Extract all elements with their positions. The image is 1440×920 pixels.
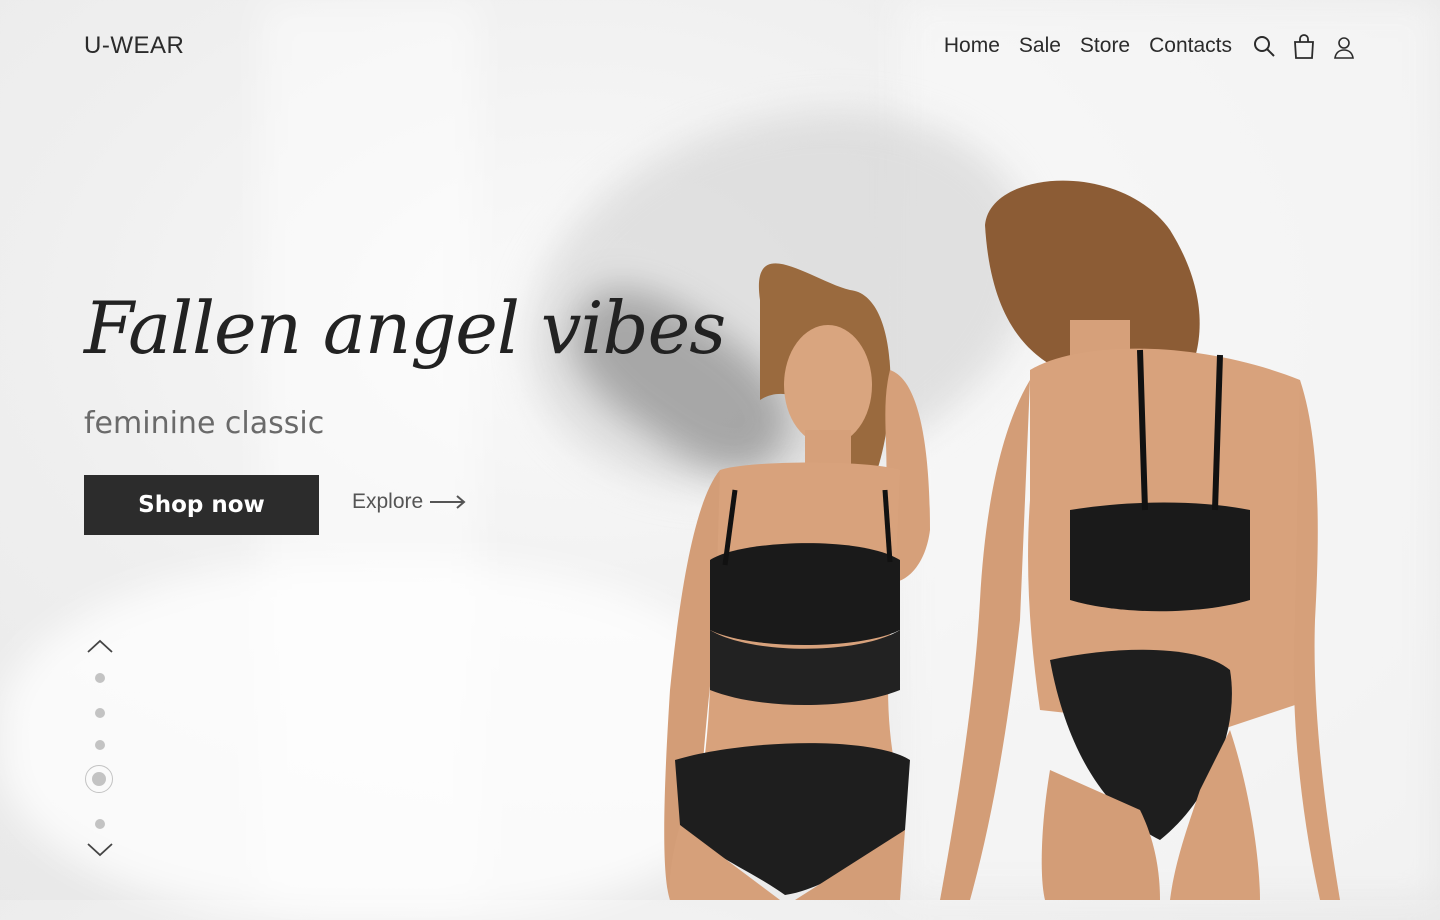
- arrow-right-icon: [430, 495, 466, 509]
- nav-store[interactable]: Store: [1080, 34, 1130, 58]
- pager-dot-3[interactable]: [95, 740, 105, 750]
- nav-contacts[interactable]: Contacts: [1149, 34, 1232, 58]
- pager-dot-2[interactable]: [95, 708, 105, 718]
- pager-up-arrow[interactable]: [86, 638, 114, 654]
- explore-label: Explore: [352, 490, 424, 513]
- cart-icon[interactable]: [1292, 32, 1316, 60]
- pager-dot-4-active[interactable]: [85, 765, 113, 793]
- hero-subtitle: feminine classic: [84, 406, 325, 441]
- pager-dot-1[interactable]: [95, 673, 105, 683]
- nav-home[interactable]: Home: [944, 34, 1000, 58]
- pager-down-arrow[interactable]: [86, 842, 114, 858]
- chevron-up-icon: [87, 639, 113, 653]
- search-icon[interactable]: [1252, 32, 1276, 60]
- pager-dot-5[interactable]: [95, 819, 105, 829]
- explore-link[interactable]: Explore: [352, 490, 467, 514]
- header-icons: [1252, 32, 1356, 60]
- main-nav: Home Sale Store Contacts: [944, 34, 1232, 58]
- logo[interactable]: U-WEAR: [84, 32, 184, 60]
- shop-now-button[interactable]: Shop now: [84, 475, 319, 535]
- hero-models-image: [664, 180, 1340, 900]
- model-front-figure: [664, 263, 930, 900]
- nav-sale[interactable]: Sale: [1019, 34, 1061, 58]
- chevron-down-icon: [87, 843, 113, 857]
- model-back-figure: [940, 180, 1340, 900]
- user-icon[interactable]: [1332, 32, 1356, 60]
